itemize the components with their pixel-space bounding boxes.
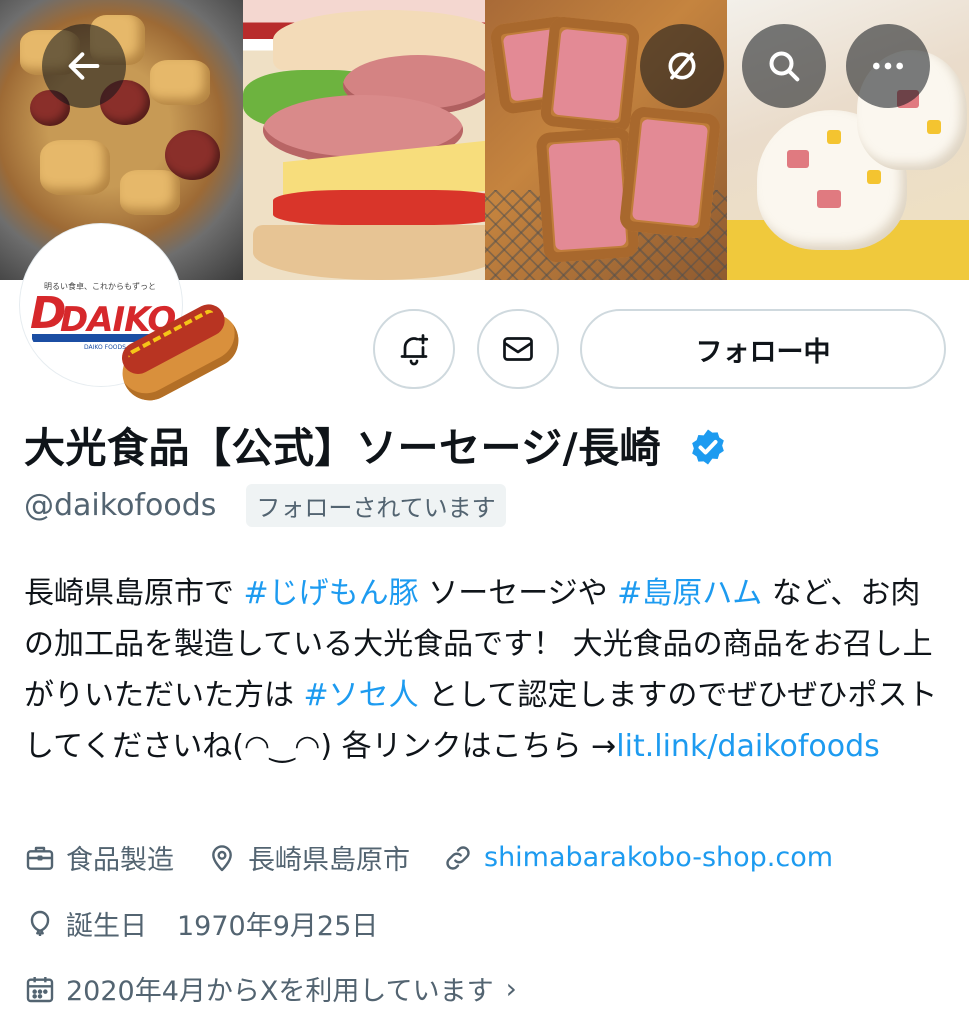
- calendar-icon: [26, 976, 54, 1002]
- location-pin-icon: [212, 844, 232, 871]
- profile-meta-row: 食品製造 長崎県島原市 shimabarakobo-shop.com: [24, 838, 865, 877]
- more-dots-icon: [873, 62, 903, 70]
- bell-plus-icon: [400, 334, 429, 366]
- website-item[interactable]: shimabarakobo-shop.com: [442, 842, 833, 874]
- joined-row[interactable]: 2020年4月からXを利用しています ›: [24, 969, 517, 1008]
- hashtag-jigemon-buta[interactable]: #じげもん豚: [244, 576, 419, 611]
- birthday-row: 誕生日 1970年9月25日: [24, 904, 378, 943]
- location-item: 長崎県島原市: [206, 838, 410, 877]
- banner-photo-ham-sandwich: [243, 0, 485, 280]
- birthday-item: 誕生日 1970年9月25日: [24, 904, 378, 943]
- grok-button[interactable]: [640, 24, 724, 108]
- balloon-icon: [30, 910, 50, 936]
- hashtag-shimabara-ham[interactable]: #島原ハム: [617, 576, 762, 611]
- verified-badge-icon[interactable]: [688, 427, 728, 467]
- notifications-button[interactable]: [373, 309, 455, 389]
- search-button[interactable]: [742, 24, 826, 108]
- location-text: 長崎県島原市: [248, 845, 410, 876]
- birthday-label: 誕生日: [66, 911, 147, 942]
- category-item: 食品製造: [24, 838, 174, 877]
- display-name: 大光食品【公式】ソーセージ/長崎: [24, 414, 728, 474]
- bio-link[interactable]: lit.link/daikofoods: [616, 729, 880, 764]
- hashtag-sosejin[interactable]: #ソセ人: [304, 678, 419, 713]
- following-button[interactable]: フォロー中: [580, 309, 946, 389]
- message-button[interactable]: [477, 309, 559, 389]
- joined-item[interactable]: 2020年4月からXを利用しています ›: [24, 969, 517, 1008]
- more-button[interactable]: [846, 24, 930, 108]
- bio-text: 長崎県島原市で: [24, 576, 244, 611]
- briefcase-icon: [26, 846, 54, 870]
- user-handle: @daikofoods: [24, 488, 217, 523]
- chevron-right-icon: ›: [505, 972, 517, 1005]
- link-icon: [446, 845, 470, 870]
- grok-slash-icon: [668, 52, 696, 80]
- back-arrow-icon: [68, 52, 100, 80]
- category-text: 食品製造: [66, 845, 174, 876]
- mail-icon: [503, 337, 533, 361]
- search-icon: [769, 51, 800, 82]
- handle-row: @daikofoods フォローされています: [24, 484, 506, 527]
- display-name-text: 大光食品【公式】ソーセージ/長崎: [24, 424, 662, 472]
- website-link[interactable]: shimabarakobo-shop.com: [484, 842, 833, 873]
- follows-you-badge: フォローされています: [246, 484, 506, 527]
- bio-text: ソーセージや: [418, 576, 618, 611]
- birthday-date: 1970年9月25日: [177, 911, 379, 942]
- back-button[interactable]: [42, 24, 126, 108]
- joined-text: 2020年4月からXを利用しています: [66, 976, 494, 1007]
- profile-bio: 長崎県島原市で #じげもん豚 ソーセージや #島原ハム など、お肉の加工品を製造…: [24, 568, 944, 772]
